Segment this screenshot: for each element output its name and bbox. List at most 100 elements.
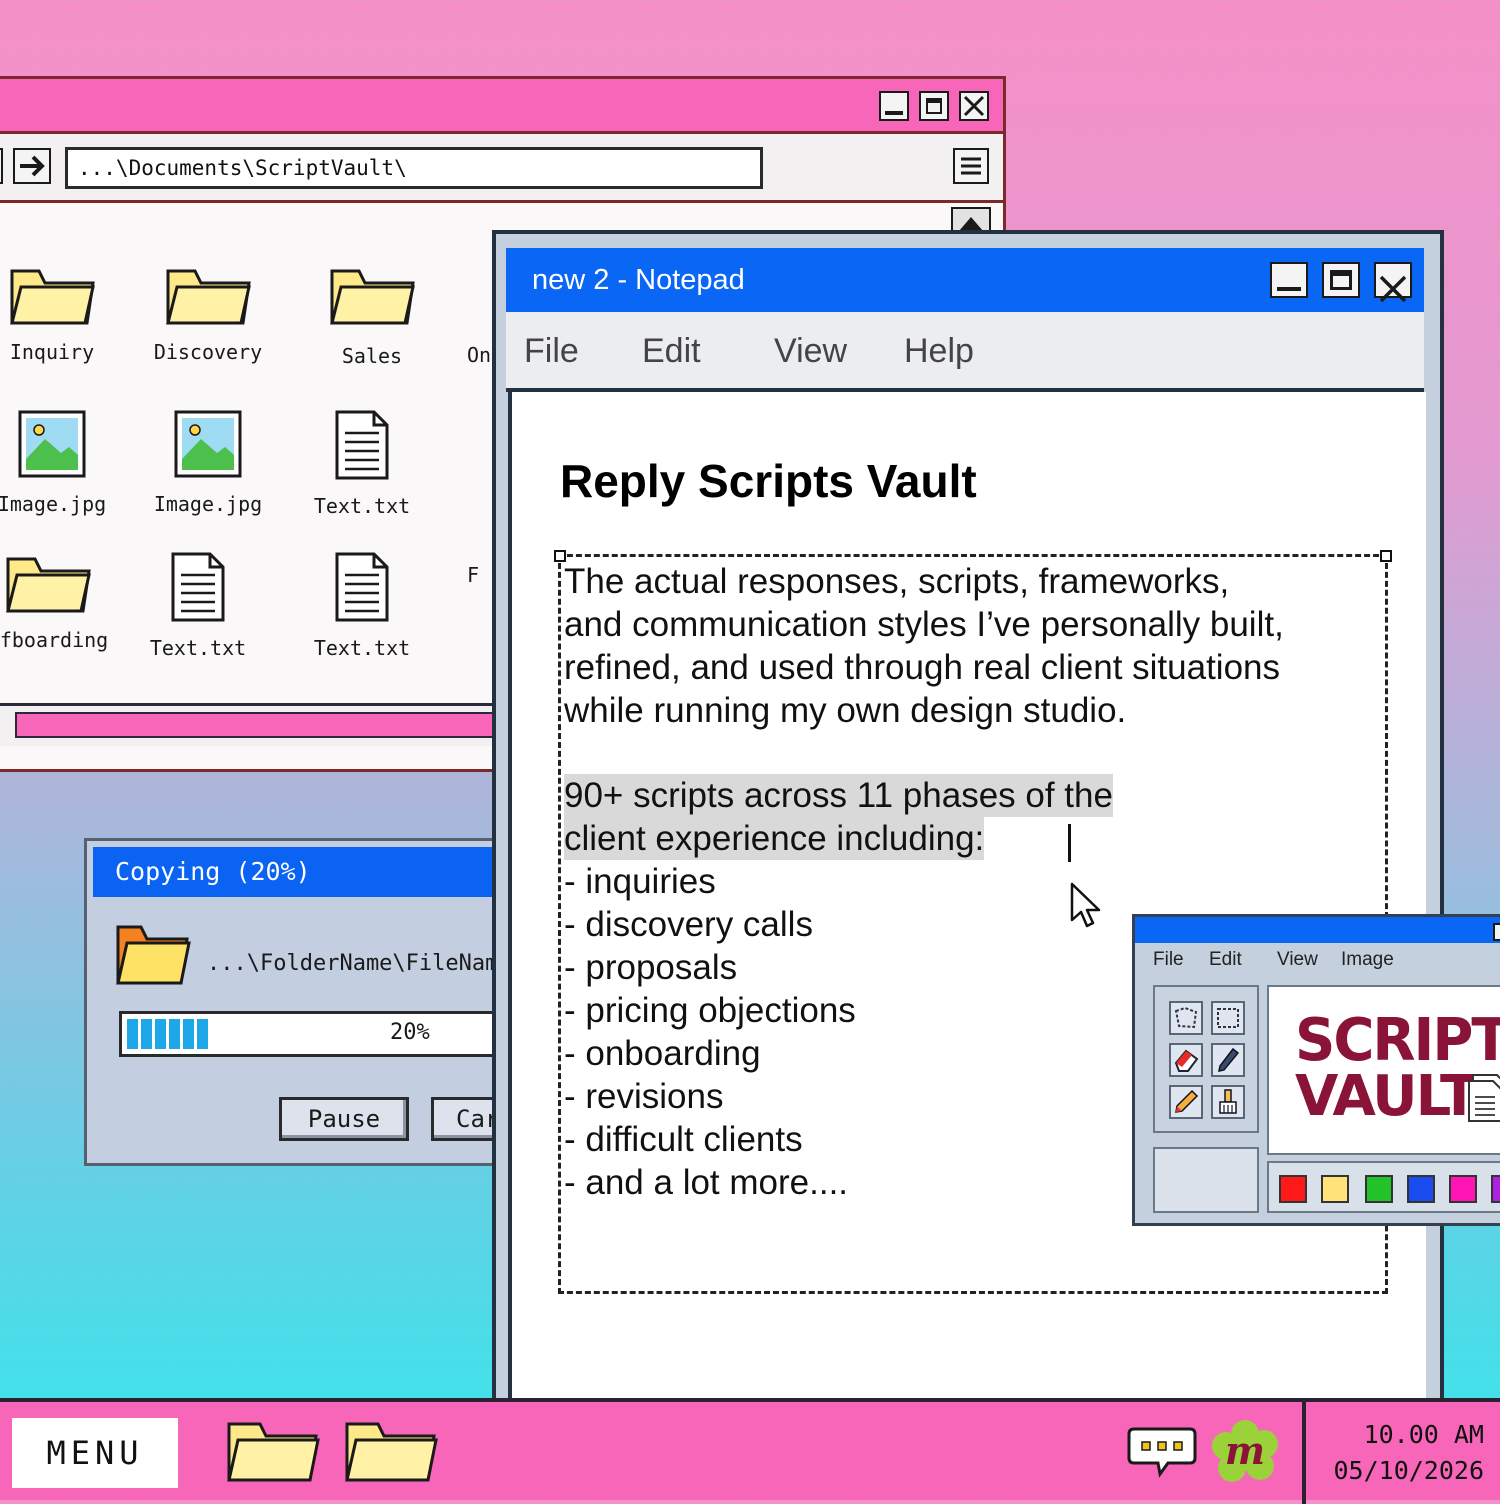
swatch-magenta[interactable]: [1449, 1175, 1477, 1203]
notepad-menu-bar: File Edit View Help: [506, 312, 1424, 392]
folder-label: Sales: [341, 344, 403, 368]
tray-divider: [1302, 1402, 1306, 1504]
copy-progress-dialog: Copying (20%) ...\FolderName\FileName 20…: [84, 838, 551, 1166]
list-item: - pricing objections: [564, 991, 856, 1030]
start-menu-button[interactable]: MENU: [12, 1418, 178, 1488]
maximize-button[interactable]: [919, 91, 949, 121]
address-bar[interactable]: ...\Documents\ScriptVault\: [65, 147, 763, 189]
image-file-icon: [174, 410, 242, 478]
copy-dialog-title: Copying (20%): [93, 847, 521, 897]
folder-item-offboarding[interactable]: ffboarding: [0, 549, 123, 652]
options-menu-button[interactable]: [953, 148, 989, 184]
paint-menu-image[interactable]: Image: [1341, 949, 1394, 971]
list-item: - difficult clients: [564, 1120, 803, 1159]
color-palette: [1267, 1161, 1500, 1213]
pause-button[interactable]: Pause: [279, 1097, 409, 1141]
list-item: - inquiries: [564, 862, 716, 901]
minimize-button[interactable]: [1493, 923, 1500, 941]
progress-segment: [155, 1019, 166, 1049]
list-item: - proposals: [564, 948, 738, 987]
text-file-item[interactable]: Text.txt: [287, 409, 437, 518]
paragraph-line: while running my own design studio.: [564, 691, 1127, 730]
minimize-button[interactable]: [879, 91, 909, 121]
folder-icon: [330, 269, 415, 325]
folder-icon[interactable]: [226, 1418, 320, 1484]
close-icon: [963, 95, 985, 117]
folder-icon: [6, 557, 91, 613]
menu-view[interactable]: View: [774, 332, 847, 371]
menu-edit[interactable]: Edit: [642, 332, 701, 371]
explorer-title-bar[interactable]: [0, 79, 1003, 134]
copy-file-path: ...\FolderName\FileName: [207, 951, 512, 976]
resize-handle[interactable]: [1380, 550, 1392, 562]
text-file-item[interactable]: Text.txt: [287, 551, 437, 660]
list-item: - discovery calls: [564, 905, 813, 944]
notepad-window: new 2 - Notepad File Edit View Help Repl…: [492, 230, 1444, 1422]
paint-title-bar[interactable]: [1135, 917, 1500, 943]
brush-tool[interactable]: [1211, 1085, 1245, 1119]
list-item: - onboarding: [564, 1034, 761, 1073]
progress-percent: 20%: [390, 1020, 430, 1045]
paint-menu-edit[interactable]: Edit: [1209, 949, 1242, 971]
text-file-item[interactable]: Text.txt: [123, 551, 273, 660]
image-file-item[interactable]: Image.jpg: [0, 409, 127, 516]
swatch-green[interactable]: [1365, 1175, 1393, 1203]
rect-select-icon: [1217, 1008, 1239, 1028]
notepad-title-bar[interactable]: new 2 - Notepad: [506, 248, 1424, 312]
forward-button[interactable]: [13, 148, 51, 184]
explorer-toolbar: ...\Documents\ScriptVault\: [0, 134, 1003, 203]
back-button[interactable]: [0, 148, 3, 184]
close-button[interactable]: [1374, 262, 1412, 303]
folder-item-inquiry[interactable]: Inquiry: [0, 261, 127, 364]
paint-menu-file[interactable]: File: [1153, 949, 1184, 971]
menu-help[interactable]: Help: [904, 332, 974, 371]
brush-icon: [1219, 1089, 1237, 1114]
list-item: - and a lot more....: [564, 1163, 849, 1202]
highlighted-line: 90+ scripts across 11 phases of the: [564, 774, 1113, 817]
clock-date: 05/10/2026: [1333, 1456, 1484, 1485]
paint-canvas[interactable]: SCRIPTS VAULT: [1267, 985, 1500, 1155]
minimize-button[interactable]: [1270, 262, 1308, 298]
folder-label: Inquiry: [9, 340, 95, 364]
swatch-blue[interactable]: [1407, 1175, 1435, 1203]
text-cursor: [1068, 824, 1071, 862]
brand-logo-badge[interactable]: m: [1212, 1420, 1278, 1486]
folder-label: ffboarding: [0, 628, 109, 652]
swatch-purple[interactable]: [1491, 1175, 1500, 1203]
rect-select-tool[interactable]: [1211, 1001, 1245, 1035]
progress-segment: [127, 1019, 138, 1049]
paint-menu-view[interactable]: View: [1277, 949, 1318, 971]
clock-time: 10.00 AM: [1363, 1420, 1484, 1449]
file-label: Image.jpg: [0, 492, 107, 516]
menu-file[interactable]: File: [524, 332, 579, 371]
swatch-yellow[interactable]: [1321, 1175, 1349, 1203]
hamburger-icon: [961, 157, 981, 175]
maximize-button[interactable]: [1322, 262, 1360, 298]
progress-segment: [197, 1019, 208, 1049]
document-title: Reply Scripts Vault: [560, 455, 977, 507]
folder-item-sales[interactable]: Sales: [297, 261, 447, 368]
pen-tool[interactable]: [1211, 1043, 1245, 1077]
notepad-text-area[interactable]: Reply Scripts Vault The actual responses…: [508, 392, 1426, 1422]
free-select-tool[interactable]: [1169, 1001, 1203, 1035]
swatch-red[interactable]: [1279, 1175, 1307, 1203]
text-file-icon: [335, 552, 389, 622]
image-file-icon: [18, 410, 86, 478]
image-file-item[interactable]: Image.jpg: [133, 409, 283, 516]
progress-segment: [141, 1019, 152, 1049]
pencil-tool[interactable]: [1169, 1085, 1203, 1119]
folder-icon[interactable]: [344, 1418, 438, 1484]
canvas-logo-line: VAULT: [1295, 1064, 1478, 1129]
tool-options-panel: [1153, 1147, 1259, 1213]
eraser-tool[interactable]: [1169, 1043, 1203, 1077]
mouse-pointer-icon: [1070, 882, 1101, 928]
eraser-icon: [1174, 1049, 1199, 1072]
close-button[interactable]: [959, 91, 989, 121]
folder-icon: [166, 269, 251, 325]
progress-segment: [169, 1019, 180, 1049]
chat-bubble-icon[interactable]: [1126, 1426, 1198, 1478]
folder-label: On: [467, 343, 492, 367]
progress-segment: [183, 1019, 194, 1049]
folder-item-discovery[interactable]: Discovery: [133, 261, 283, 364]
folder-label: Discovery: [153, 340, 263, 364]
